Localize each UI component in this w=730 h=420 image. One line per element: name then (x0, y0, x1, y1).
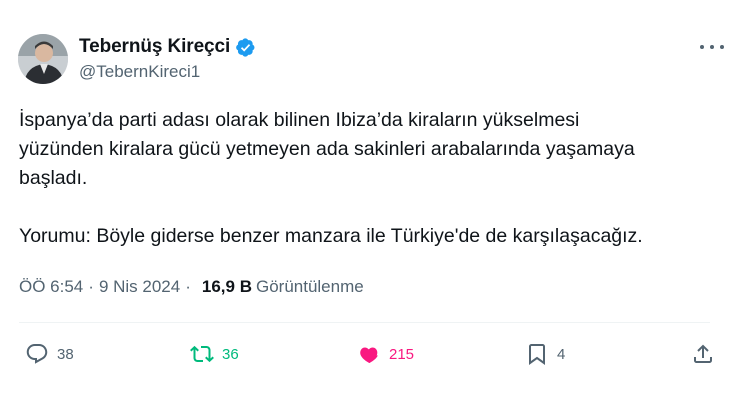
divider (19, 322, 710, 323)
like-button[interactable]: 215 (357, 338, 414, 370)
views-count[interactable]: 16,9 B (202, 277, 252, 297)
retweet-count: 36 (222, 345, 239, 363)
tweet-text-line: yüzünden kiralara gücü yetmeyen ada saki… (19, 138, 635, 160)
share-icon (694, 344, 712, 363)
action-bar: 38 36 215 4 (0, 338, 730, 370)
more-options-icon[interactable] (700, 40, 724, 54)
verified-badge-icon (235, 37, 256, 58)
reply-count: 38 (57, 345, 74, 363)
author-display-name[interactable]: Tebernüş Kireçci (79, 36, 230, 58)
reply-icon (26, 344, 48, 364)
tweet-text-line: başladı. (19, 167, 88, 189)
author-handle[interactable]: @TebernKireci1 (79, 62, 200, 82)
tweet-text-line: Yorumu: Böyle giderse benzer manzara ile… (19, 225, 643, 247)
tweet-text-line: İspanya’da parti adası olarak bilinen Ib… (19, 109, 580, 131)
bookmark-icon (529, 344, 545, 365)
heart-filled-icon (360, 347, 378, 364)
person-photo-icon (18, 34, 68, 84)
author-avatar[interactable] (18, 34, 68, 84)
retweet-icon (190, 345, 214, 363)
author-name-row: Tebernüş Kireçci (79, 36, 256, 58)
post-date[interactable]: 9 Nis 2024 (99, 277, 180, 297)
retweet-button[interactable]: 36 (190, 338, 239, 370)
bookmark-count: 4 (557, 345, 566, 363)
like-count: 215 (389, 345, 415, 363)
tweet-text: İspanya’da parti adası olarak bilinen Ib… (19, 106, 719, 251)
post-time[interactable]: ÖÖ 6:54 (19, 277, 83, 297)
reply-button[interactable]: 38 (25, 338, 74, 370)
separator-dot: · (185, 277, 191, 296)
share-button[interactable] (691, 338, 715, 370)
tweet-card: Tebernüş Kireçci @TebernKireci1 İspanya’… (0, 0, 730, 420)
views-label: Görüntülenme (255, 277, 364, 296)
tweet-metadata: ÖÖ 6:54 · 9 Nis 2024 · 16,9 B Görüntülen… (19, 277, 364, 297)
bookmark-button[interactable]: 4 (525, 338, 565, 370)
separator-dot: · (88, 277, 94, 296)
